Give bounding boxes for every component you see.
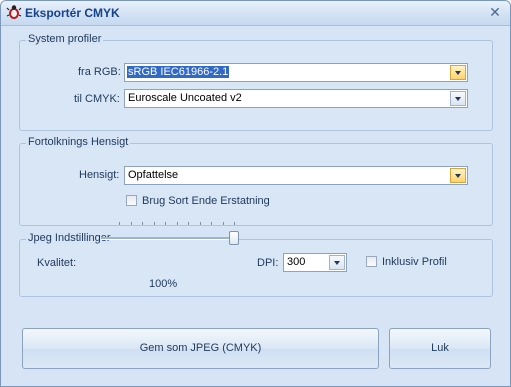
rgb-label: fra RGB: <box>78 66 121 78</box>
group-title: System profiler <box>26 33 104 45</box>
slider-tick <box>165 222 166 225</box>
rgb-profile-value: sRGB IEC61966-2.1 <box>127 66 230 78</box>
intent-select[interactable]: Opfattelse <box>124 166 468 185</box>
quality-label: Kvalitet: <box>37 257 77 269</box>
quality-slider-thumb[interactable] <box>229 231 239 245</box>
slider-tick <box>234 222 235 225</box>
chevron-down-icon[interactable] <box>329 255 345 270</box>
jpeg-settings-group: Jpeg Indstillinger <box>19 232 493 297</box>
window-title: Eksportér CMYK <box>25 6 120 20</box>
black-replace-label: Brug Sort Ende Erstatning <box>142 195 270 207</box>
slider-tick <box>119 222 120 225</box>
include-profile-label: Inklusiv Profil <box>382 256 447 268</box>
chevron-down-icon[interactable] <box>450 65 466 80</box>
slider-tick <box>223 222 224 225</box>
include-profile-checkbox[interactable] <box>366 256 377 267</box>
title-bar[interactable]: Eksportér CMYK ✕ <box>1 1 510 26</box>
quality-value: 100% <box>149 278 178 290</box>
dpi-label: DPI: <box>257 257 279 269</box>
cmyk-profile-value: Euroscale Uncoated v2 <box>128 92 242 104</box>
chevron-down-icon[interactable] <box>450 91 466 106</box>
rgb-profile-select[interactable]: sRGB IEC61966-2.1 <box>124 63 468 82</box>
black-replace-checkbox[interactable] <box>126 195 137 206</box>
close-button[interactable]: Luk <box>389 328 491 369</box>
dpi-value: 300 <box>287 256 306 268</box>
group-title: Jpeg Indstillinger <box>26 232 113 244</box>
cmyk-profile-select[interactable]: Euroscale Uncoated v2 <box>124 89 468 108</box>
slider-tick <box>142 222 143 225</box>
quality-slider-track[interactable] <box>101 237 239 240</box>
slider-tick <box>211 222 212 225</box>
chevron-down-icon[interactable] <box>450 168 466 183</box>
slider-tick <box>131 222 132 225</box>
cmyk-label: til CMYK: <box>74 93 120 105</box>
system-profiles-group: System profiler <box>19 33 493 131</box>
group-title: Fortolknings Hensigt <box>26 136 131 148</box>
slider-tick <box>200 222 201 225</box>
intent-label: Hensigt: <box>79 169 120 181</box>
export-cmyk-dialog: Eksportér CMYK ✕ System profiler fra RGB… <box>0 0 511 387</box>
dialog-body: System profiler fra RGB: sRGB IEC61966-2… <box>1 26 510 386</box>
slider-tick <box>177 222 178 225</box>
slider-tick <box>154 222 155 225</box>
bug-icon <box>6 5 22 19</box>
close-icon[interactable]: ✕ <box>488 5 502 19</box>
save-jpeg-label: Gem som JPEG (CMYK) <box>139 342 262 354</box>
slider-tick <box>188 222 189 225</box>
dpi-select[interactable]: 300 <box>283 253 347 272</box>
intent-value: Opfattelse <box>128 169 179 181</box>
close-button-label: Luk <box>431 342 449 354</box>
save-jpeg-button[interactable]: Gem som JPEG (CMYK) <box>22 328 379 369</box>
